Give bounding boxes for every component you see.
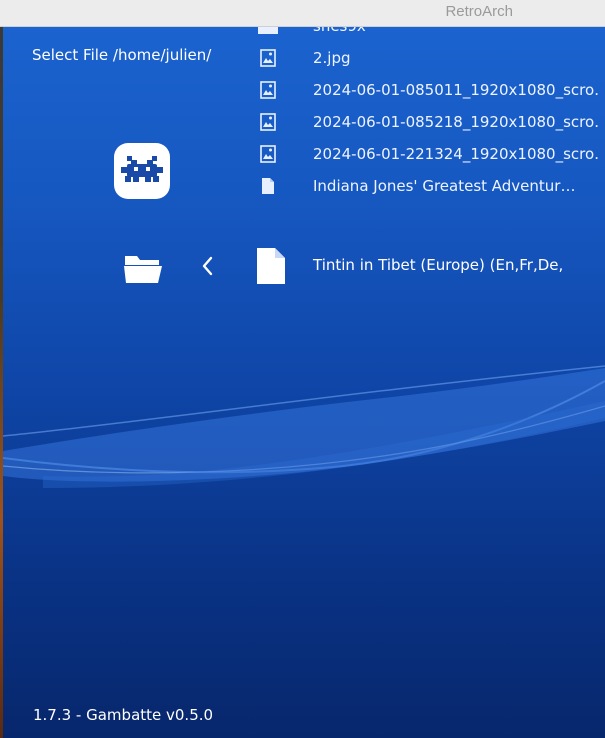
file-list-item[interactable]: 2.jpg bbox=[253, 45, 605, 71]
file-list-item[interactable]: 2024-06-01-085011_1920x1080_scro… bbox=[253, 77, 605, 103]
file-name: snes9x bbox=[313, 26, 366, 35]
file-icon bbox=[257, 248, 285, 284]
window-titlebar[interactable]: RetroArch bbox=[0, 0, 605, 27]
desktop-edge bbox=[0, 0, 3, 738]
path-label: Select File /home/julien/ bbox=[32, 46, 212, 64]
folder-icon bbox=[258, 26, 278, 34]
file-name: 2.jpg bbox=[313, 49, 351, 67]
file-list-item[interactable]: Indiana Jones' Greatest Adventur… bbox=[253, 173, 605, 199]
retroarch-invader-icon bbox=[121, 156, 163, 182]
file-name: 2024-06-01-085218_1920x1080_scro… bbox=[313, 113, 598, 131]
image-file-icon bbox=[260, 81, 276, 99]
file-name: 2024-06-01-085011_1920x1080_scro… bbox=[313, 81, 598, 99]
file-list-item[interactable]: 2024-06-01-085218_1920x1080_scro… bbox=[253, 109, 605, 135]
selected-file-name: Tintin in Tibet (Europe) (En,Fr,De, bbox=[313, 256, 564, 274]
file-icon bbox=[262, 178, 274, 194]
window-title: RetroArch bbox=[445, 3, 513, 20]
image-file-icon bbox=[260, 113, 276, 131]
version-label: 1.7.3 - Gambatte v0.5.0 bbox=[33, 706, 214, 724]
chevron-left-icon[interactable] bbox=[201, 256, 215, 276]
retroarch-logo bbox=[114, 143, 170, 199]
folder-open-icon bbox=[124, 256, 162, 283]
file-list-item[interactable]: snes9x bbox=[253, 26, 605, 39]
selected-file-row[interactable]: Tintin in Tibet (Europe) (En,Fr,De, bbox=[113, 246, 603, 286]
image-file-icon bbox=[260, 145, 276, 163]
retroarch-menu: Select File /home/julien/ snes9x 2.jpg 2… bbox=[3, 26, 605, 738]
file-list-item[interactable]: 2024-06-01-221324_1920x1080_scro… bbox=[253, 141, 605, 167]
image-file-icon bbox=[260, 49, 276, 67]
file-name: Indiana Jones' Greatest Adventur… bbox=[313, 177, 576, 195]
file-name: 2024-06-01-221324_1920x1080_scro… bbox=[313, 145, 598, 163]
